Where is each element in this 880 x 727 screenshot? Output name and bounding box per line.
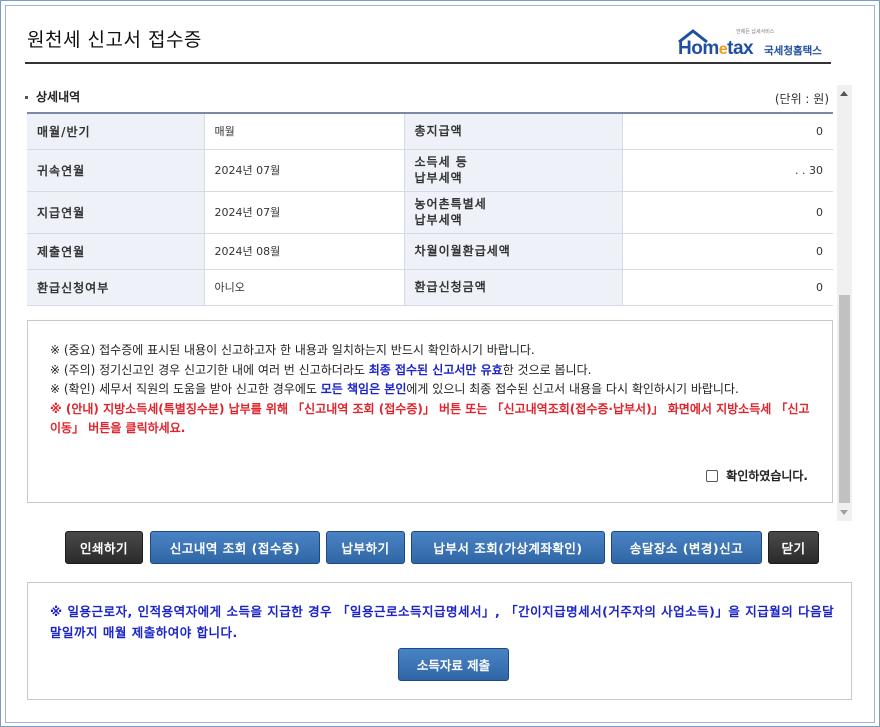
section-title: 상세내역	[25, 88, 80, 105]
row-label: 총지급액	[404, 112, 622, 150]
action-button-bar: 인쇄하기 신고내역 조회 (접수증) 납부하기 납부서 조회(가상계좌확인) 송…	[1, 531, 880, 565]
row-value: 2024년 08월	[203, 233, 405, 270]
bullet-icon	[25, 96, 28, 99]
row-label: 농어촌특별세 납부세액	[404, 191, 622, 234]
hometax-logo: 언제든 납세서비스 Hometax 국세청홈택스	[676, 23, 831, 59]
page-header: 원천세 신고서 접수증 언제든 납세서비스 Hometax 국세청홈택스	[25, 19, 831, 64]
table-row: 제출연월 2024년 08월 차월이월환급세액 0	[27, 233, 833, 270]
page-title: 원천세 신고서 접수증	[27, 29, 202, 51]
confirm-label: 확인하였습니다.	[726, 468, 808, 483]
row-label: 매월/반기	[27, 112, 204, 150]
table-row: 귀속연월 2024년 07월 소득세 등 납부세액 . . 30	[27, 149, 833, 192]
scrollbar-thumb[interactable]	[839, 295, 850, 503]
window-frame: 원천세 신고서 접수증 언제든 납세서비스 Hometax 국세청홈택스 상세내…	[0, 0, 880, 727]
bill-inquiry-button[interactable]: 납부서 조회(가상계좌확인)	[411, 531, 605, 564]
row-label: 환급신청금액	[404, 269, 622, 306]
income-submit-button[interactable]: 소득자료 제출	[398, 648, 509, 681]
notice-guide: ※ (안내) 지방소득세(특별징수분) 납부를 위해 「신고내역 조회 (접수증…	[50, 401, 810, 436]
row-label: 소득세 등 납부세액	[404, 149, 622, 192]
notice-confirm: ※ (확인) 세무서 직원의 도움을 받아 신고한 경우에도 모든 책임은 본인…	[50, 382, 739, 396]
content-scroll-area[interactable]: 상세내역 (단위 : 원) 매월/반기 매월 총지급액 0 귀속연월 2024년…	[25, 85, 851, 521]
history-button[interactable]: 신고내역 조회 (접수증)	[150, 531, 320, 564]
checkbox-icon[interactable]	[706, 470, 719, 483]
close-button[interactable]: 닫기	[768, 531, 819, 564]
row-label: 환급신청여부	[27, 269, 204, 306]
scroll-down-arrow-icon[interactable]	[840, 510, 848, 515]
detail-table: 매월/반기 매월 총지급액 0 귀속연월 2024년 07월 소득세 등 납부세액…	[27, 112, 833, 306]
logo-brand: Hometax	[678, 38, 754, 59]
income-submit-notice: ※ 일용근로자, 인적용역자에게 소득을 지급한 경우 「일용근로소득지급명세서…	[50, 604, 835, 640]
table-row: 매월/반기 매월 총지급액 0	[27, 112, 833, 150]
row-label: 지급연월	[27, 191, 204, 234]
delivery-address-button[interactable]: 송달장소 (변경)신고	[611, 531, 762, 564]
notice-caution: ※ (주의) 정기신고인 경우 신고기한 내에 여러 번 신고하더라도 최종 접…	[50, 362, 592, 377]
row-value: 2024년 07월	[203, 149, 405, 192]
row-label: 제출연월	[27, 233, 204, 270]
income-submit-box: ※ 일용근로자, 인적용역자에게 소득을 지급한 경우 「일용근로소득지급명세서…	[27, 582, 852, 700]
row-amount: 0	[621, 269, 833, 306]
row-value: 2024년 07월	[203, 191, 405, 234]
row-amount: 0	[621, 112, 833, 150]
notice-important: ※ (중요) 접수증에 표시된 내용이 신고하고자 한 내용과 일치하는지 반드…	[50, 343, 535, 357]
table-row: 지급연월 2024년 07월 농어촌특별세 납부세액 0	[27, 191, 833, 234]
table-row: 환급신청여부 아니오 환급신청금액 0	[27, 269, 833, 306]
notice-box: ※ (중요) 접수증에 표시된 내용이 신고하고자 한 내용과 일치하는지 반드…	[27, 320, 833, 503]
row-amount: 0	[621, 233, 833, 270]
row-value: 매월	[203, 112, 405, 150]
print-button[interactable]: 인쇄하기	[65, 531, 143, 564]
row-label: 차월이월환급세액	[404, 233, 622, 270]
confirm-checkbox[interactable]: 확인하였습니다.	[706, 467, 808, 487]
unit-label: (단위 : 원)	[774, 92, 829, 106]
vertical-scrollbar[interactable]	[837, 85, 852, 521]
logo-tagline: 언제든 납세서비스	[736, 29, 775, 35]
row-amount: . . 30	[621, 149, 833, 192]
row-value: 아니오	[203, 269, 405, 306]
logo-korean: 국세청홈택스	[764, 45, 822, 57]
row-label: 귀속연월	[27, 149, 204, 192]
scroll-up-arrow-icon[interactable]	[840, 91, 848, 96]
row-amount: 0	[621, 191, 833, 234]
pay-button[interactable]: 납부하기	[326, 531, 405, 564]
